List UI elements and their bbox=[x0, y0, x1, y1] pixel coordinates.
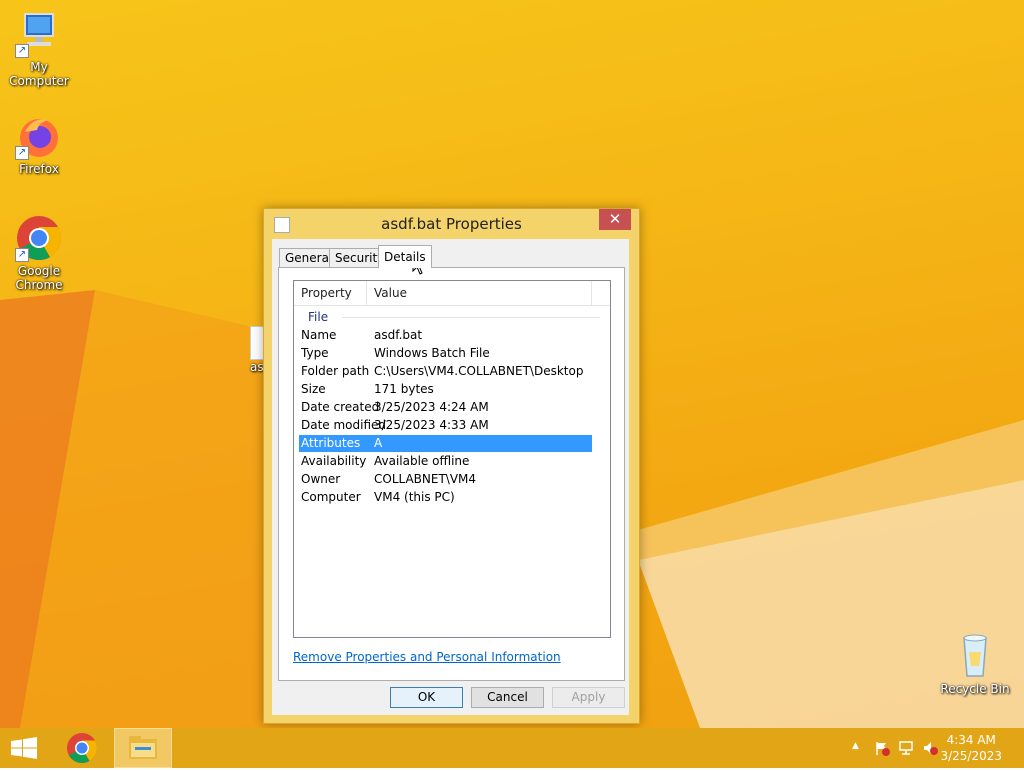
desktop-icon-label: Recycle Bin bbox=[940, 682, 1010, 696]
desktop-icon-label: My Computer bbox=[9, 60, 69, 88]
firefox-icon: ↗ bbox=[15, 112, 63, 160]
chrome-icon bbox=[67, 733, 98, 764]
desktop-icon-firefox[interactable]: ↗ Firefox bbox=[0, 112, 78, 176]
property-name: Attributes bbox=[301, 436, 361, 450]
windows-logo-icon bbox=[11, 737, 37, 759]
dialog-titlebar[interactable]: asdf.bat Properties ✕ bbox=[264, 209, 639, 239]
property-name: Size bbox=[301, 382, 326, 396]
column-divider[interactable] bbox=[591, 281, 592, 305]
list-item[interactable]: Owner COLLABNET\VM4 bbox=[299, 471, 592, 488]
property-value: Windows Batch File bbox=[374, 346, 490, 360]
shortcut-arrow-icon: ↗ bbox=[15, 44, 29, 58]
desktop: ↗ My Computer ↗ Firefox ↗ Google Chrome … bbox=[0, 0, 1024, 728]
apply-button[interactable]: Apply bbox=[552, 687, 625, 708]
property-value: 171 bytes bbox=[374, 382, 434, 396]
taskbar-chrome-button[interactable] bbox=[58, 728, 106, 768]
remove-properties-link[interactable]: Remove Properties and Personal Informati… bbox=[293, 650, 561, 664]
folder-icon bbox=[129, 736, 157, 759]
clock-time: 4:34 AM bbox=[946, 733, 996, 747]
column-header-value[interactable]: Value bbox=[374, 286, 407, 300]
column-divider[interactable] bbox=[366, 281, 367, 305]
cancel-button[interactable]: Cancel bbox=[471, 687, 544, 708]
details-list[interactable]: Property Value File Name asdf.bat Type Win… bbox=[293, 280, 611, 638]
property-value: C:\Users\VM4.COLLABNET\Desktop bbox=[374, 364, 584, 378]
property-name: Availability bbox=[301, 454, 367, 468]
start-button[interactable] bbox=[0, 728, 48, 768]
column-header-property[interactable]: Property bbox=[301, 286, 352, 300]
property-value: 3/25/2023 4:33 AM bbox=[374, 418, 489, 432]
computer-icon: ↗ bbox=[15, 10, 63, 58]
taskbar-file-explorer-button[interactable] bbox=[114, 728, 172, 768]
list-item[interactable]: Type Windows Batch File bbox=[299, 345, 592, 362]
list-header: Property Value bbox=[294, 281, 610, 306]
network-icon[interactable] bbox=[898, 740, 914, 756]
property-value: A bbox=[374, 436, 383, 450]
recycle-bin-icon bbox=[951, 632, 999, 680]
ok-button[interactable]: OK bbox=[390, 687, 463, 708]
list-item-selected[interactable]: Attributes A bbox=[299, 435, 592, 452]
clock-date: 3/25/2023 bbox=[940, 749, 1002, 763]
close-icon: ✕ bbox=[608, 210, 622, 228]
list-item[interactable]: Size 171 bytes bbox=[299, 381, 592, 398]
desktop-icon-label: Google Chrome bbox=[15, 264, 63, 292]
property-name: Folder path bbox=[301, 364, 370, 378]
group-header-file[interactable]: File bbox=[308, 310, 328, 324]
dialog-title: asdf.bat Properties bbox=[381, 215, 522, 233]
properties-dialog: asdf.bat Properties ✕ General Security D… bbox=[263, 208, 640, 724]
taskbar: ▲ 4:34 AM 3/25/2023 bbox=[0, 728, 1024, 768]
list-item[interactable]: Date modified 3/25/2023 4:33 AM bbox=[299, 417, 592, 434]
tab-details[interactable]: Details bbox=[378, 245, 432, 268]
property-name: Type bbox=[301, 346, 329, 360]
property-value: asdf.bat bbox=[374, 328, 423, 342]
close-button[interactable]: ✕ bbox=[599, 209, 631, 230]
desktop-icon-label: as bbox=[250, 360, 264, 374]
chrome-icon: ↗ bbox=[15, 214, 63, 262]
show-hidden-icons-chevron-icon[interactable]: ▲ bbox=[852, 741, 859, 751]
action-center-flag-icon[interactable] bbox=[874, 740, 890, 756]
list-item[interactable]: Name asdf.bat bbox=[299, 327, 592, 344]
shortcut-arrow-icon: ↗ bbox=[15, 248, 29, 262]
tray-clock[interactable]: 4:34 AM 3/25/2023 bbox=[940, 732, 1002, 764]
group-divider bbox=[342, 317, 600, 318]
property-name: Date created bbox=[301, 400, 380, 414]
property-value: COLLABNET\VM4 bbox=[374, 472, 477, 486]
dialog-client: General Security Details Property Value … bbox=[272, 239, 629, 715]
property-name: Owner bbox=[301, 472, 341, 486]
desktop-icon-recycle-bin[interactable]: Recycle Bin bbox=[936, 632, 1014, 696]
shortcut-arrow-icon: ↗ bbox=[15, 146, 29, 160]
property-value: Available offline bbox=[374, 454, 470, 468]
property-value: 3/25/2023 4:24 AM bbox=[374, 400, 489, 414]
list-item[interactable]: Date created 3/25/2023 4:24 AM bbox=[299, 399, 592, 416]
volume-muted-icon[interactable] bbox=[922, 740, 938, 756]
list-item[interactable]: Computer VM4 (this PC) bbox=[299, 489, 592, 506]
property-name: Name bbox=[301, 328, 337, 342]
desktop-icon-my-computer[interactable]: ↗ My Computer bbox=[0, 10, 78, 88]
list-item[interactable]: Folder path C:\Users\VM4.COLLABNET\Deskto… bbox=[299, 363, 592, 380]
property-value: VM4 (this PC) bbox=[374, 490, 455, 504]
desktop-icon-google-chrome[interactable]: ↗ Google Chrome bbox=[0, 214, 78, 292]
desktop-icon-label: Firefox bbox=[19, 162, 59, 176]
list-item[interactable]: Availability Available offline bbox=[299, 453, 592, 470]
details-panel: Property Value File Name asdf.bat Type Win… bbox=[278, 267, 625, 681]
property-name: Computer bbox=[301, 490, 361, 504]
